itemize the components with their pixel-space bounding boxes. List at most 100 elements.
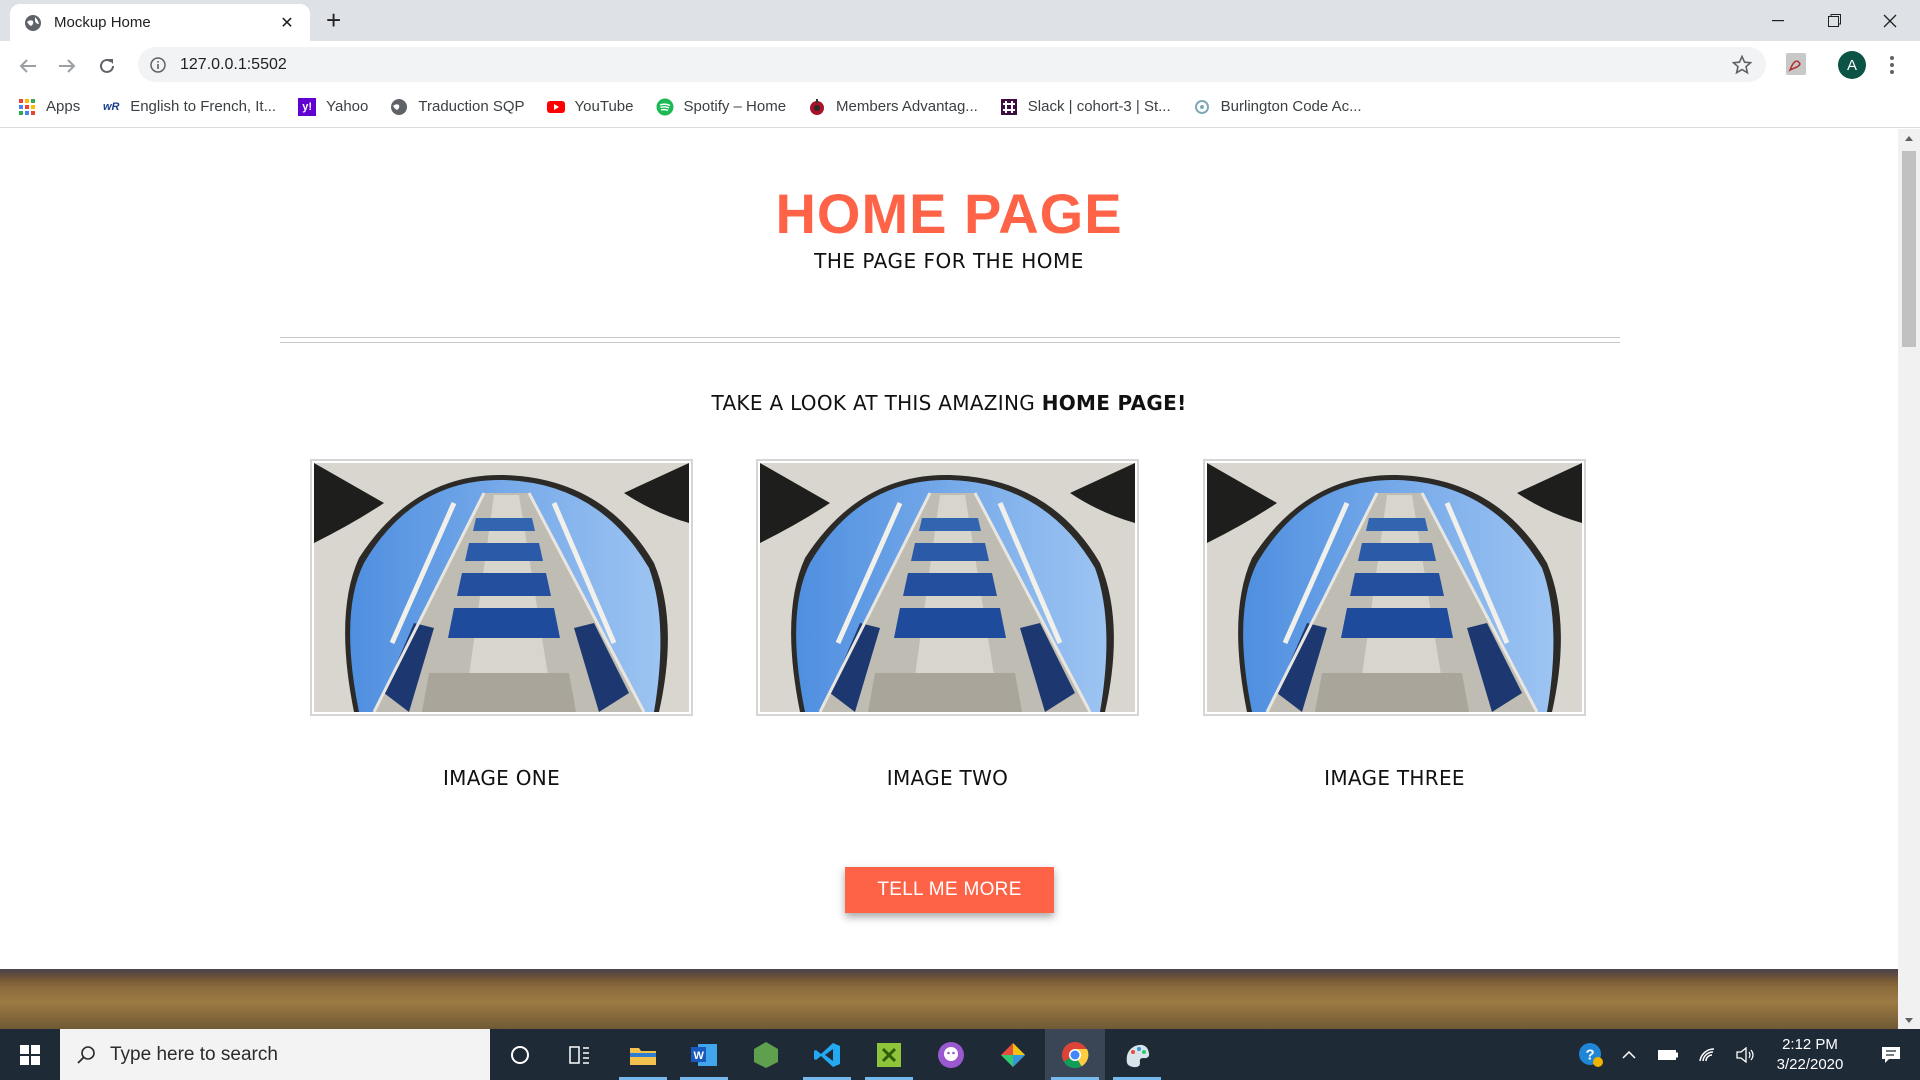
address-bar[interactable]: 127.0.0.1:5502 (138, 47, 1766, 82)
show-hidden-icons-button[interactable] (1614, 1029, 1644, 1080)
bookmark-slack[interactable]: Slack | cohort-3 | St... (1000, 98, 1171, 116)
scroll-up-icon[interactable] (1898, 129, 1920, 147)
windows-taskbar: Type here to search W ? 2:12 PM 3/22/202… (0, 1029, 1920, 1080)
info-icon[interactable] (150, 56, 166, 73)
browser-menu-button[interactable] (1884, 51, 1900, 79)
apple-icon (810, 98, 825, 115)
lead-text: TAKE A LOOK AT THIS AMAZING HOME PAGE! (0, 391, 1898, 415)
page-scrollbar[interactable] (1898, 129, 1920, 1029)
file-explorer-button[interactable] (613, 1029, 673, 1080)
tell-me-more-button[interactable]: TELL ME MORE (845, 867, 1054, 913)
bookmark-youtube[interactable]: YouTube (546, 98, 634, 116)
image-caption: IMAGE ONE (442, 766, 561, 790)
more-vertical-icon (1890, 56, 1894, 74)
divider (280, 337, 1620, 343)
word-icon: W (691, 1043, 717, 1066)
bookmark-label: Burlington Code Ac... (1220, 98, 1362, 115)
globe-icon (391, 98, 408, 115)
minimize-button[interactable] (1750, 0, 1806, 41)
yahoo-icon: y! (298, 97, 317, 116)
bookmark-label: Slack | cohort-3 | St... (1027, 98, 1171, 115)
burlington-icon (1194, 99, 1209, 114)
skyscraper-image (314, 463, 689, 712)
page-viewport: HOME PAGE THE PAGE FOR THE HOME TAKE A L… (0, 129, 1898, 1029)
github-icon (938, 1041, 964, 1068)
chevron-up-icon (1622, 1050, 1636, 1059)
bookmarks-bar: Apps wR English to French, It... y! Yaho… (0, 86, 1920, 128)
skyscraper-image (1207, 463, 1582, 712)
bookmark-members-advantage[interactable]: Members Advantag... (808, 98, 978, 116)
image-frame (310, 459, 693, 716)
task-view-button[interactable] (550, 1029, 610, 1080)
bookmark-apps[interactable]: Apps (18, 98, 80, 116)
chrome-button[interactable] (1045, 1029, 1105, 1080)
profile-avatar[interactable]: A (1838, 51, 1866, 79)
search-placeholder: Type here to search (110, 1043, 278, 1065)
spotify-icon (656, 98, 673, 115)
action-center-button[interactable] (1862, 1029, 1920, 1080)
landscape-haze (0, 969, 1898, 979)
bookmark-label: Traduction SQP (418, 98, 525, 115)
scrollbar-thumb[interactable] (1902, 151, 1916, 347)
close-window-button[interactable] (1862, 0, 1918, 41)
reload-button[interactable] (93, 52, 121, 80)
battery-icon (1658, 1049, 1678, 1060)
notification-icon (1882, 1046, 1900, 1063)
volume-tray-button[interactable] (1730, 1029, 1762, 1080)
bookmark-wordreference[interactable]: wR English to French, It... (102, 98, 276, 116)
taskbar-search-box[interactable]: Type here to search (60, 1029, 490, 1080)
apps-grid-icon (19, 98, 35, 115)
cortana-button[interactable] (490, 1029, 550, 1080)
bookmark-label: English to French, It... (130, 98, 277, 115)
bookmark-spotify[interactable]: Spotify – Home (656, 98, 786, 116)
image-frame (1203, 459, 1586, 716)
bookmark-star-icon[interactable] (1732, 54, 1752, 75)
globe-icon (25, 14, 41, 31)
youtube-icon (546, 100, 565, 113)
scroll-down-icon[interactable] (1898, 1011, 1920, 1029)
wifi-icon (1699, 1047, 1715, 1061)
bookmark-label: Yahoo (326, 98, 369, 115)
slack-icon (1000, 98, 1017, 115)
app-x-button[interactable] (859, 1029, 919, 1080)
nodejs-hexagon-icon (754, 1041, 778, 1068)
nodejs-button[interactable] (736, 1029, 796, 1080)
tab-title: Mockup Home (54, 14, 151, 31)
windows-logo-icon (20, 1044, 40, 1065)
restore-button[interactable] (1806, 0, 1862, 41)
help-tray-button[interactable]: ? (1573, 1029, 1609, 1080)
battery-tray-button[interactable] (1652, 1029, 1684, 1080)
restore-icon (1827, 14, 1841, 27)
folder-icon (630, 1047, 656, 1065)
github-desktop-button[interactable] (921, 1029, 981, 1080)
paint-app-button[interactable] (1107, 1029, 1167, 1080)
image-frame (756, 459, 1139, 716)
tab-strip: Mockup Home ✕ + (0, 0, 1920, 41)
system-clock[interactable]: 2:12 PM 3/22/2020 (1760, 1035, 1860, 1075)
back-arrow-icon (19, 59, 36, 73)
vscode-button[interactable] (797, 1029, 857, 1080)
bookmark-traduction-sqp[interactable]: Traduction SQP (390, 98, 525, 116)
bookmark-burlington-code[interactable]: Burlington Code Ac... (1193, 98, 1362, 116)
task-view-icon (569, 1045, 589, 1064)
start-button[interactable] (0, 1029, 60, 1080)
forward-button[interactable] (53, 52, 81, 80)
minimize-icon (1772, 19, 1784, 21)
chrome-icon (1062, 1041, 1089, 1068)
skyscraper-image (760, 463, 1135, 712)
new-tab-button[interactable]: + (326, 6, 341, 34)
pdf-extension-icon[interactable] (1785, 52, 1807, 76)
url-text[interactable]: 127.0.0.1:5502 (180, 56, 287, 74)
lead-prefix: TAKE A LOOK AT THIS AMAZING (711, 391, 1042, 415)
network-tray-button[interactable] (1692, 1029, 1724, 1080)
close-tab-icon[interactable]: ✕ (276, 13, 298, 33)
vscode-icon (814, 1042, 840, 1067)
bookmark-label: Apps (46, 98, 81, 115)
bookmark-yahoo[interactable]: y! Yahoo (298, 97, 369, 116)
gitkraken-button[interactable] (983, 1029, 1043, 1080)
lead-bold: HOME PAGE! (1041, 391, 1187, 415)
image-card: IMAGE THREE (1203, 459, 1586, 790)
back-button[interactable] (14, 52, 42, 80)
word-button[interactable]: W (674, 1029, 734, 1080)
tab-mockup-home[interactable]: Mockup Home ✕ (10, 4, 310, 41)
